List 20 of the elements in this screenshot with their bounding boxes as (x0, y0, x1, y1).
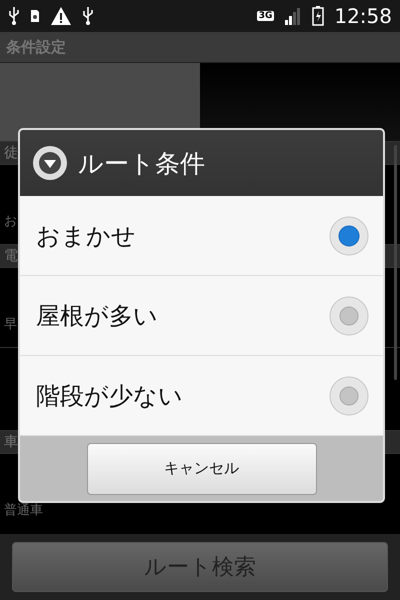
sd-card-icon (30, 9, 40, 23)
signal-icon (284, 7, 302, 25)
setting-value: 普通車 (4, 502, 43, 519)
battery-icon (312, 6, 324, 26)
cancel-button[interactable]: キャンセル (86, 442, 316, 494)
setting-value: 早 (4, 316, 17, 333)
radio-button[interactable] (329, 296, 369, 336)
radio-button[interactable] (329, 216, 369, 256)
screen-title: 条件設定 (6, 38, 66, 56)
option-label: おまかせ (36, 220, 136, 252)
option-label: 屋根が多い (36, 300, 158, 332)
setting-value: お (4, 213, 17, 230)
dropdown-icon (32, 145, 68, 181)
option-label: 階段が少ない (36, 380, 183, 412)
clock: 12:58 (334, 4, 392, 28)
warning-icon (50, 6, 72, 26)
radio-button[interactable] (329, 376, 369, 416)
usb-icon (82, 6, 94, 26)
usb-icon (8, 6, 20, 26)
network-type: 3G (256, 11, 274, 21)
